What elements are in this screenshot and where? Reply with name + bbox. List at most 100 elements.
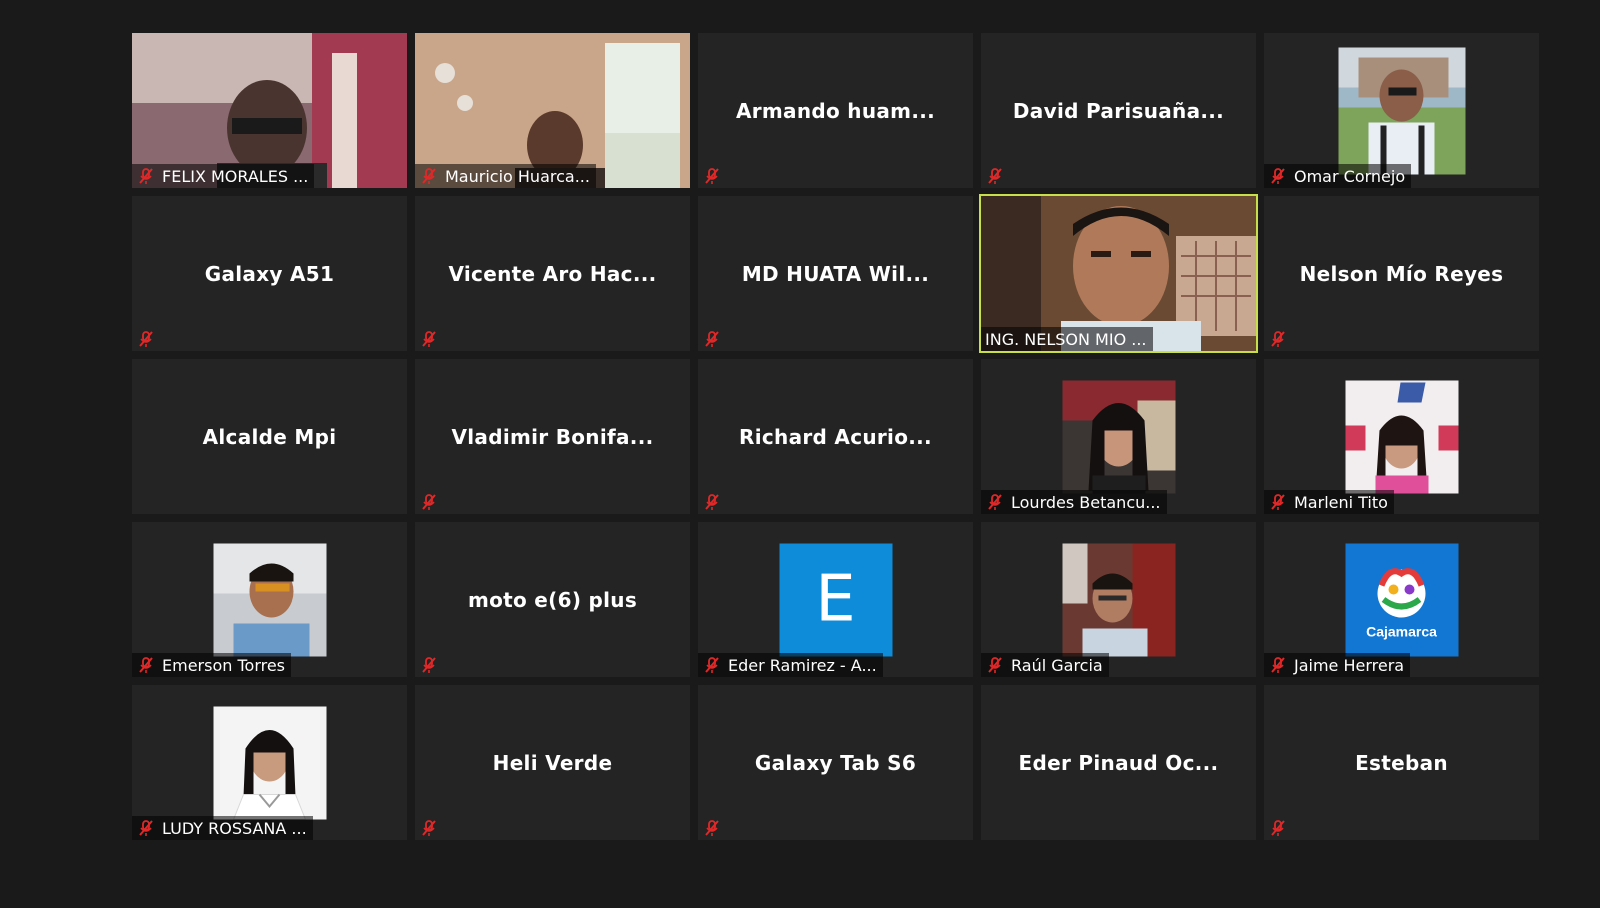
participant-tile[interactable]: FELIX MORALES ... (132, 33, 407, 188)
participant-tile[interactable]: Eder Pinaud Oc... (981, 685, 1256, 840)
participant-tile[interactable]: Armando huam... (698, 33, 973, 188)
participant-display-name: MD HUATA Wil... (741, 261, 930, 286)
participant-tile[interactable]: David Parisuaña... (981, 33, 1256, 188)
participant-tile[interactable]: Omar Cornejo (1264, 33, 1539, 188)
participant-tile[interactable]: Mauricio Huarca... (415, 33, 690, 188)
muted-mic-icon (985, 492, 1005, 512)
muted-mic-icon (136, 329, 156, 349)
muted-mic-icon (419, 655, 439, 675)
participant-name: Lourdes Betancu... (1011, 492, 1161, 512)
participant-display-name: Galaxy A51 (204, 261, 335, 286)
participant-tile[interactable]: Emerson Torres (132, 522, 407, 677)
participant-tile[interactable]: Vladimir Bonifa... (415, 359, 690, 514)
participant-tile[interactable]: Nelson Mío Reyes (1264, 196, 1539, 351)
active-speaker-tile[interactable]: ING. NELSON MIO ... (979, 194, 1258, 353)
letter-avatar: E (779, 543, 892, 656)
name-bar (415, 653, 451, 677)
name-bar: LUDY ROSSANA ... (132, 816, 313, 840)
participant-name: FELIX MORALES ... (162, 166, 309, 186)
participant-tile[interactable]: Marleni Tito (1264, 359, 1539, 514)
name-bar: FELIX MORALES ... (132, 164, 315, 188)
name-bar (1264, 327, 1300, 351)
participant-name: Jaime Herrera (1294, 655, 1405, 675)
muted-mic-icon (136, 166, 156, 186)
participant-tile[interactable]: Alcalde Mpi (132, 359, 407, 514)
participant-tile[interactable]: moto e(6) plus (415, 522, 690, 677)
participant-tile[interactable]: Galaxy A51 (132, 196, 407, 351)
name-bar: Raúl Garcia (981, 653, 1109, 677)
participant-name: Mauricio Huarca... (445, 166, 590, 186)
muted-mic-icon (1268, 655, 1288, 675)
muted-mic-icon (702, 655, 722, 675)
participant-display-name: Galaxy Tab S6 (754, 750, 917, 775)
participant-tile[interactable]: Richard Acurio... (698, 359, 973, 514)
participant-display-name: Vicente Aro Hac... (448, 261, 657, 286)
participant-display-name: Heli Verde (492, 750, 613, 775)
muted-mic-icon (419, 492, 439, 512)
profile-photo (1062, 380, 1175, 493)
profile-photo (1345, 380, 1458, 493)
name-bar (415, 327, 451, 351)
name-bar: Lourdes Betancu... (981, 490, 1167, 514)
participant-display-name: Alcalde Mpi (202, 424, 337, 449)
participant-display-name: Eder Pinaud Oc... (1018, 750, 1219, 775)
muted-mic-icon (419, 818, 439, 838)
name-bar: Omar Cornejo (1264, 164, 1412, 188)
name-bar (415, 816, 451, 840)
name-bar (1264, 816, 1300, 840)
muted-mic-icon (702, 818, 722, 838)
name-bar (698, 490, 734, 514)
participant-display-name: Vladimir Bonifa... (451, 424, 654, 449)
name-bar: Emerson Torres (132, 653, 292, 677)
muted-mic-icon (702, 492, 722, 512)
muted-mic-icon (702, 329, 722, 349)
name-bar (415, 490, 451, 514)
participant-tile[interactable]: Cajamarca Jaime Herrera (1264, 522, 1539, 677)
participant-tile[interactable]: Lourdes Betancu... (981, 359, 1256, 514)
muted-mic-icon (985, 166, 1005, 186)
name-bar: Mauricio Huarca... (415, 164, 596, 188)
participant-display-name: Richard Acurio... (739, 424, 932, 449)
participant-tile[interactable]: Galaxy Tab S6 (698, 685, 973, 840)
name-bar (132, 327, 168, 351)
participant-display-name: Armando huam... (735, 98, 936, 123)
participant-name: Raúl Garcia (1011, 655, 1103, 675)
participant-tile[interactable]: LUDY ROSSANA ... (132, 685, 407, 840)
participant-display-name: Esteban (1355, 750, 1448, 775)
muted-mic-icon (419, 166, 439, 186)
profile-photo (213, 543, 326, 656)
participant-name: Marleni Tito (1294, 492, 1388, 512)
participant-tile[interactable]: Heli Verde (415, 685, 690, 840)
participant-tile[interactable]: Esteban (1264, 685, 1539, 840)
gallery-view: FELIX MORALES ... Mauricio Huarca... Arm… (132, 33, 1539, 840)
participant-display-name: Nelson Mío Reyes (1299, 261, 1504, 286)
logo-text: Cajamarca (1366, 623, 1437, 639)
participant-name: Eder Ramirez - A... (728, 655, 877, 675)
name-bar: Eder Ramirez - A... (698, 653, 883, 677)
participant-tile[interactable]: E Eder Ramirez - A... (698, 522, 973, 677)
muted-mic-icon (702, 166, 722, 186)
participant-tile[interactable]: Vicente Aro Hac... (415, 196, 690, 351)
name-bar: Jaime Herrera (1264, 653, 1411, 677)
muted-mic-icon (136, 818, 156, 838)
participant-tile[interactable]: MD HUATA Wil... (698, 196, 973, 351)
cajamarca-logo: Cajamarca (1345, 543, 1458, 656)
participant-display-name: moto e(6) plus (467, 587, 638, 612)
profile-photo (1062, 543, 1175, 656)
participant-name: Omar Cornejo (1294, 166, 1406, 186)
muted-mic-icon (1268, 492, 1288, 512)
muted-mic-icon (136, 655, 156, 675)
name-bar (698, 327, 734, 351)
participant-name: Emerson Torres (162, 655, 286, 675)
profile-photo (213, 706, 326, 819)
participant-display-name: David Parisuaña... (1012, 98, 1225, 123)
name-bar (698, 816, 734, 840)
muted-mic-icon (1268, 329, 1288, 349)
participant-name: ING. NELSON MIO ... (985, 329, 1147, 349)
muted-mic-icon (419, 329, 439, 349)
participant-tile[interactable]: Raúl Garcia (981, 522, 1256, 677)
muted-mic-icon (1268, 166, 1288, 186)
name-bar (981, 164, 1017, 188)
name-bar: Marleni Tito (1264, 490, 1394, 514)
participant-name: LUDY ROSSANA ... (162, 818, 307, 838)
